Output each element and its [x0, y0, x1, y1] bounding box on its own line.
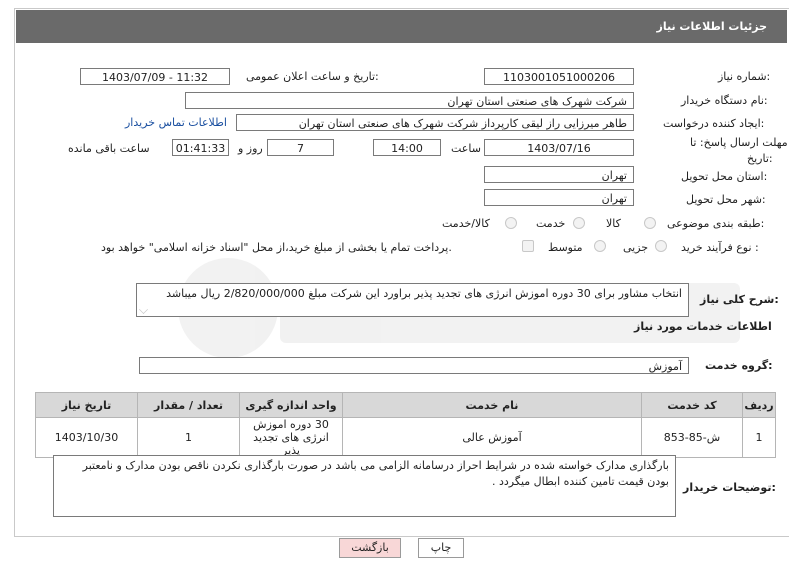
process-radio-medium[interactable] — [594, 240, 606, 252]
treasury-checkbox[interactable] — [522, 240, 534, 252]
resize-handle-icon[interactable] — [139, 305, 148, 314]
description-textarea[interactable]: انتخاب مشاور برای 30 دوره اموزش انرژی ها… — [136, 283, 689, 317]
deadline-label: مهلت ارسال پاسخ: تا — [690, 136, 788, 149]
need-number-field: 1103001051000206 — [484, 68, 634, 85]
category-radio-goods[interactable] — [644, 217, 656, 229]
need-number-label: شماره نیاز: — [718, 70, 771, 83]
buyer-contact-link[interactable]: اطلاعات تماس خریدار — [125, 116, 227, 129]
cell-date: 1403/10/30 — [35, 417, 138, 458]
page-header: جزئیات اطلاعات نیاز — [16, 10, 787, 43]
deadline-label-2: تاریخ: — [747, 152, 773, 165]
announce-date-label: تاریخ و ساعت اعلان عمومی: — [246, 70, 379, 83]
deadline-date-field: 1403/07/16 — [484, 139, 634, 156]
buyer-notes-text: بارگذاری مدارک خواسته شده در شرایط احراز… — [82, 459, 669, 488]
category-option-goods: کالا — [606, 217, 621, 230]
cell-row: 1 — [742, 417, 776, 458]
city-label: شهر محل تحویل: — [686, 193, 766, 206]
cell-code: ش-85-853 — [641, 417, 743, 458]
services-table: ردیف کد خدمت نام خدمت واحد اندازه گیری ت… — [35, 392, 776, 458]
category-label: طبقه بندی موضوعی: — [667, 217, 765, 230]
announce-date-field: 1403/07/09 - 11:32 — [80, 68, 230, 85]
service-group-label: گروه خدمت: — [705, 359, 773, 372]
category-option-service: خدمت — [536, 217, 566, 230]
remaining-time-field: 01:41:33 — [172, 139, 229, 156]
province-field: تهران — [484, 166, 634, 183]
remaining-label: ساعت باقی مانده — [68, 142, 150, 155]
days-label: روز و — [238, 142, 263, 155]
buyer-notes-label: توضیحات خریدار: — [683, 481, 776, 494]
creator-field: طاهر میرزایی راز لیقی کارپرداز شرکت شهرک… — [236, 114, 634, 131]
process-label: نوع فرآیند خرید : — [681, 241, 759, 254]
service-group-field: آموزش — [139, 357, 689, 374]
buyer-org-field: شرکت شهرک های صنعتی استان تهران — [185, 92, 634, 109]
remaining-days-field: 7 — [267, 139, 334, 156]
buyer-org-label: نام دستگاه خریدار: — [681, 94, 768, 107]
page-title: جزئیات اطلاعات نیاز — [656, 20, 768, 33]
cell-name: آموزش عالی — [342, 417, 642, 458]
category-radio-service[interactable] — [573, 217, 585, 229]
description-text: انتخاب مشاور برای 30 دوره اموزش انرژی ها… — [166, 287, 682, 300]
treasury-payment-text: پرداخت تمام یا بخشی از مبلغ خرید،از محل … — [101, 241, 452, 254]
col-unit: واحد اندازه گیری — [239, 392, 343, 418]
province-label: استان محل تحویل: — [681, 170, 768, 183]
table-header-row: ردیف کد خدمت نام خدمت واحد اندازه گیری ت… — [35, 392, 776, 418]
city-field: تهران — [484, 189, 634, 206]
cell-qty: 1 — [137, 417, 240, 458]
category-option-goods-service: کالا/خدمت — [442, 217, 490, 230]
process-option-medium: متوسط — [548, 241, 583, 254]
col-row: ردیف — [742, 392, 776, 418]
creator-label: ایجاد کننده درخواست: — [663, 117, 765, 130]
deadline-time-label: ساعت — [451, 142, 481, 155]
col-date: تاریخ نیاز — [35, 392, 138, 418]
description-label: شرح کلی نیاز: — [700, 293, 779, 306]
col-name: نام خدمت — [342, 392, 642, 418]
back-button[interactable]: بازگشت — [339, 538, 401, 558]
cell-unit: 30 دوره اموزش انرژی های تجدید پذیر — [239, 417, 343, 458]
services-section-title: اطلاعات خدمات مورد نیاز — [634, 320, 772, 333]
process-option-minor: جزیی — [623, 241, 649, 254]
deadline-time-field: 14:00 — [373, 139, 441, 156]
category-radio-goods-service[interactable] — [505, 217, 517, 229]
process-radio-minor[interactable] — [655, 240, 667, 252]
col-code: کد خدمت — [641, 392, 743, 418]
print-button[interactable]: چاپ — [418, 538, 464, 558]
col-qty: تعداد / مقدار — [137, 392, 240, 418]
buyer-notes-textarea[interactable]: بارگذاری مدارک خواسته شده در شرایط احراز… — [53, 455, 676, 517]
table-row: 1 ش-85-853 آموزش عالی 30 دوره اموزش انرژ… — [35, 417, 776, 458]
